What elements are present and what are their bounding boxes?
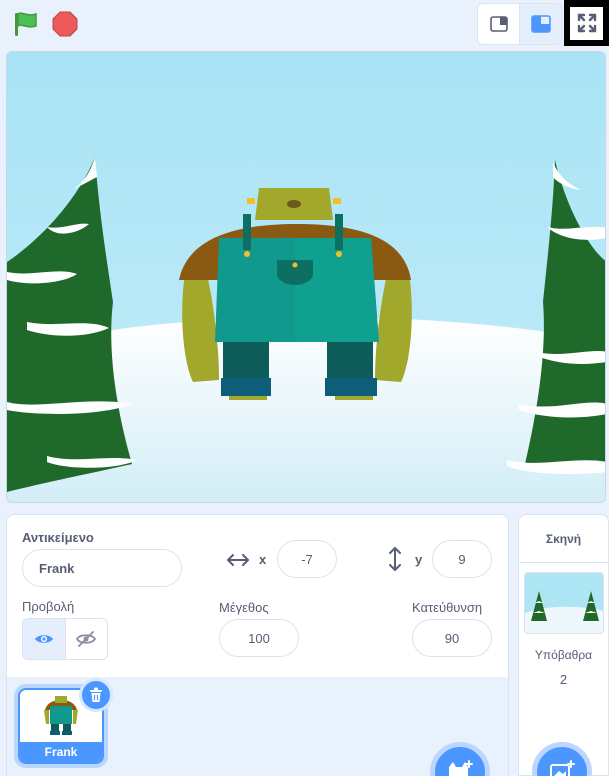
y-label: y [415, 552, 423, 567]
show-label: Προβολή [22, 599, 75, 614]
size-label: Μέγεθος [219, 600, 269, 615]
cat-plus-icon [449, 760, 473, 776]
stop-icon[interactable] [52, 11, 78, 37]
eye-slash-icon [76, 631, 97, 647]
delete-sprite-button[interactable] [79, 678, 113, 712]
trash-icon [90, 687, 102, 702]
y-axis-arrows-icon [389, 547, 401, 571]
stage-pane-title: Σκηνή [519, 515, 608, 563]
show-toggle [22, 618, 108, 660]
sprite-name-input[interactable]: Frank [22, 549, 182, 587]
x-axis-arrows-icon [227, 554, 249, 566]
large-stage-button[interactable] [519, 4, 561, 44]
sprite-label: Αντικείμενο [22, 530, 94, 545]
direction-label: Κατεύθυνση [412, 600, 483, 615]
backdrops-label: Υπόβαθρα [534, 648, 593, 662]
stage-and-target-pane: Αντικείμενο Frank x -7 y 9 Προβολή Μέγεθ… [0, 0, 609, 776]
backdrops-count: 2 [559, 672, 568, 687]
stage-size-toggle [477, 3, 562, 45]
stage-header [0, 0, 609, 48]
x-label: x [259, 552, 267, 567]
show-sprite-button[interactable] [23, 619, 65, 659]
x-position-input[interactable]: -7 [277, 540, 337, 578]
direction-input[interactable]: 90 [412, 619, 492, 657]
green-flag-icon[interactable] [12, 11, 40, 37]
backdrop-plus-icon [550, 760, 575, 776]
backdrop-thumbnail [524, 572, 604, 634]
fullscreen-icon [577, 13, 596, 33]
sprite-tile-name: Frank [20, 742, 102, 762]
eye-icon [34, 635, 53, 643]
large-stage-icon [530, 15, 551, 33]
stage-selector[interactable]: Σκηνή Υπόβαθρα 2 [518, 514, 609, 776]
sprite-info-panel: Αντικείμενο Frank x -7 y 9 Προβολή Μέγεθ… [6, 514, 509, 679]
hide-sprite-button[interactable] [64, 619, 108, 659]
y-position-input[interactable]: 9 [432, 540, 492, 578]
fullscreen-button[interactable] [564, 0, 609, 46]
stage-canvas[interactable] [6, 51, 606, 503]
size-input[interactable]: 100 [219, 619, 299, 657]
small-stage-icon [489, 16, 508, 32]
small-stage-button[interactable] [478, 4, 519, 44]
